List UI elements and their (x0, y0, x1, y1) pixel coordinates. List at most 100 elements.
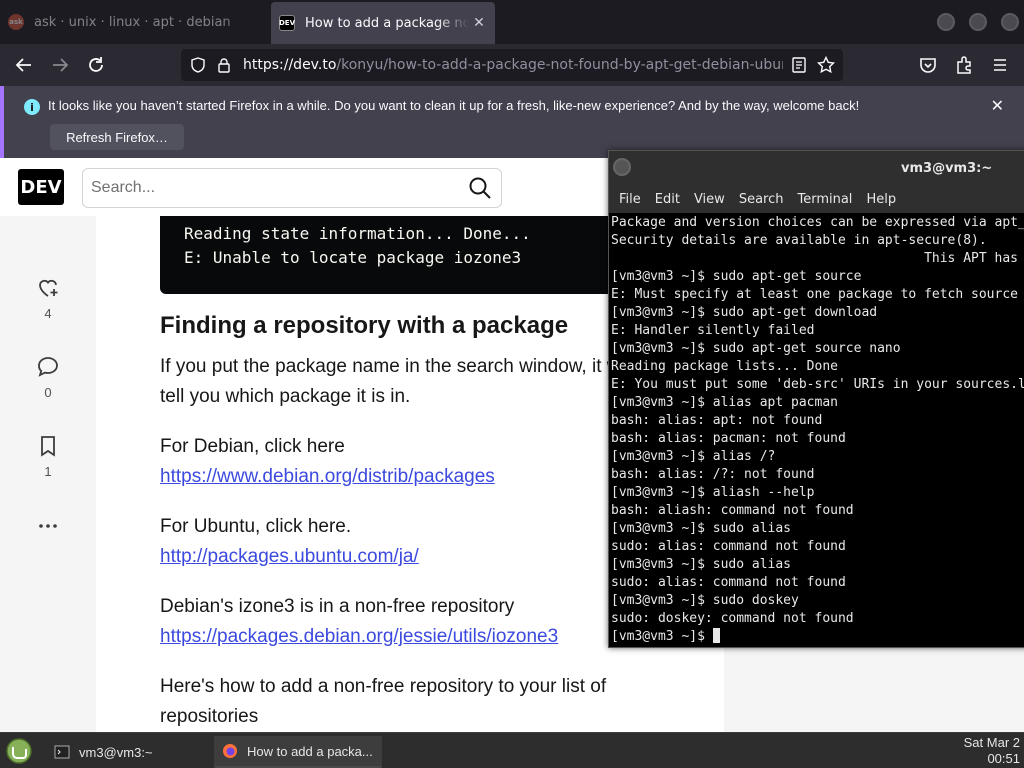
terminal-titlebar[interactable]: vm3@vm3:~ (609, 151, 1024, 185)
terminal-line: sudo: alias: command not found (611, 539, 846, 554)
paragraph: For Debian, click here https://www.debia… (160, 432, 495, 492)
navigation-toolbar: https://dev.to/konyu/how-to-add-a-packag… (0, 44, 1024, 86)
menu-search[interactable]: Search (739, 192, 784, 207)
terminal-line: E: You must put some 'deb-src' URIs in y… (611, 377, 1024, 392)
search-icon[interactable] (468, 176, 492, 200)
notification-close-icon[interactable]: ✕ (991, 96, 1004, 115)
terminal-line: [vm3@vm3 ~]$ sudo apt-get source (611, 269, 862, 284)
desktop: ask ask · unix · linux · apt · debian DE… (0, 0, 1024, 768)
start-menu-button[interactable] (2, 735, 36, 767)
menu-view[interactable]: View (694, 192, 725, 207)
info-icon: i (24, 99, 40, 115)
terminal-line: This APT has Super Cow Powers. (924, 251, 1018, 266)
search-input[interactable] (91, 178, 451, 198)
taskbar-item-label: How to add a packa... (247, 743, 373, 759)
menu-edit[interactable]: Edit (655, 192, 680, 207)
refresh-firefox-button[interactable]: Refresh Firefox… (50, 124, 184, 150)
taskbar-item-label: vm3@vm3:~ (79, 744, 153, 760)
menu-terminal[interactable]: Terminal (797, 192, 852, 207)
more-options-icon (39, 524, 57, 528)
terminal-line: Security details are available in apt-se… (611, 233, 987, 248)
bookmark-reaction[interactable]: 1 (28, 434, 68, 479)
dev-favicon-icon: DEV (279, 15, 295, 31)
menu-file[interactable]: File (619, 192, 641, 207)
maximize-button[interactable] (969, 13, 987, 31)
pocket-icon[interactable] (916, 53, 940, 77)
section-heading: Finding a repository with a package (160, 312, 569, 339)
terminal-line: bash: alias: pacman: not found (611, 431, 846, 446)
menu-help[interactable]: Help (866, 192, 896, 207)
terminal-icon (54, 745, 70, 759)
terminal-menubar: File Edit View Search Terminal Help (609, 185, 1024, 213)
tab-inactive[interactable]: ask ask · unix · linux · apt · debian (0, 0, 268, 44)
menu-icon[interactable] (988, 53, 1012, 77)
terminal-prompt: [vm3@vm3 ~]$ (611, 629, 713, 644)
lock-icon[interactable] (217, 57, 231, 73)
notification-message: It looks like you haven’t started Firefo… (48, 98, 860, 113)
like-reaction[interactable]: 4 (28, 276, 68, 321)
back-icon[interactable] (12, 53, 36, 77)
comments-reaction[interactable]: 0 (28, 355, 68, 400)
terminal-line: E: Must specify at least one package to … (611, 287, 1024, 302)
taskbar-firefox[interactable]: How to add a packa... (214, 736, 382, 768)
ubuntu-packages-link[interactable]: http://packages.ubuntu.com/ja/ (160, 546, 419, 567)
shield-icon[interactable] (190, 57, 206, 73)
like-count: 4 (44, 306, 52, 321)
extensions-icon[interactable] (952, 53, 976, 77)
terminal-line: [vm3@vm3 ~]$ alias apt pacman (611, 395, 838, 410)
url-bar[interactable]: https://dev.to/konyu/how-to-add-a-packag… (181, 49, 843, 81)
paragraph-line: tell you which package it is in. (160, 386, 411, 407)
tab-active[interactable]: DEV How to add a package not fo ✕ (271, 2, 495, 44)
bookmark-count: 1 (44, 464, 52, 479)
bookmark-star-icon[interactable] (817, 56, 835, 74)
paragraph-line: For Ubuntu, click here. (160, 516, 352, 537)
taskbar-terminal[interactable]: vm3@vm3:~ (46, 736, 212, 768)
tab-title: ask · unix · linux · apt · debian (34, 14, 231, 30)
reader-view-icon[interactable] (791, 57, 807, 73)
url-host: https://dev.to (243, 57, 337, 73)
browser-tab-strip: ask ask · unix · linux · apt · debian DE… (0, 0, 1024, 44)
terminal-line: Package and version choices can be expre… (611, 215, 1024, 230)
more-options[interactable] (28, 514, 68, 538)
terminal-line: sudo: doskey: command not found (611, 611, 854, 626)
paragraph: Debian's izone3 is in a non-free reposit… (160, 592, 558, 652)
paragraph-line: If you put the package name in the searc… (160, 356, 634, 377)
terminal-window[interactable]: vm3@vm3:~ File Edit View Search Terminal… (608, 150, 1024, 648)
paragraph-line: Debian's izone3 is in a non-free reposit… (160, 596, 515, 617)
terminal-output[interactable]: Package and version choices can be expre… (611, 214, 1024, 646)
taskbar: vm3@vm3:~ How to add a packa... Sat Mar … (0, 732, 1024, 768)
terminal-line: [vm3@vm3 ~]$ alias /? (611, 449, 776, 464)
terminal-line: bash: alias: apt: not found (611, 413, 823, 428)
mint-logo-icon (6, 738, 32, 764)
terminal-line: [vm3@vm3 ~]$ sudo alias (611, 521, 792, 536)
tab-title: How to add a package not fo (305, 15, 469, 31)
terminal-line: [vm3@vm3 ~]$ sudo alias (611, 557, 792, 572)
terminal-line: [vm3@vm3 ~]$ sudo apt-get source nano (611, 341, 901, 356)
ask-favicon-icon: ask (8, 14, 24, 30)
comment-icon (38, 357, 58, 377)
terminal-line: bash: aliash: command not found (611, 503, 854, 518)
terminal-cursor (712, 628, 720, 643)
window-menu-icon[interactable] (613, 158, 631, 176)
close-window-button[interactable] (1001, 13, 1019, 31)
terminal-prompt-line[interactable]: [vm3@vm3 ~]$ (611, 628, 1024, 646)
paragraph: Here's how to add a non-free repository … (160, 672, 606, 732)
forward-icon[interactable] (48, 53, 72, 77)
url-text[interactable]: https://dev.to/konyu/how-to-add-a-packag… (243, 57, 783, 73)
paragraph-line: Here's how to add a non-free repository … (160, 676, 607, 697)
comment-count: 0 (44, 385, 52, 400)
minimize-button[interactable] (937, 13, 955, 31)
paragraph-line: For Debian, click here (160, 436, 345, 457)
url-path: /konyu/how-to-add-a-package-not-found-by… (336, 57, 783, 73)
debian-packages-link[interactable]: https://www.debian.org/distrib/packages (160, 466, 495, 487)
paragraph: If you put the package name in the searc… (160, 352, 633, 412)
firefox-icon (223, 744, 237, 758)
reload-icon[interactable] (84, 53, 108, 77)
site-search[interactable] (82, 168, 502, 208)
tab-close-icon[interactable]: ✕ (469, 15, 489, 31)
dev-logo[interactable]: DEV (18, 169, 64, 205)
iozone3-package-link[interactable]: https://packages.debian.org/jessie/utils… (160, 626, 558, 647)
refresh-notification-bar: i It looks like you haven’t started Fire… (0, 86, 1024, 158)
terminal-line: sudo: alias: command not found (611, 575, 846, 590)
clock[interactable]: Sat Mar 2 00:51 (964, 735, 1020, 767)
